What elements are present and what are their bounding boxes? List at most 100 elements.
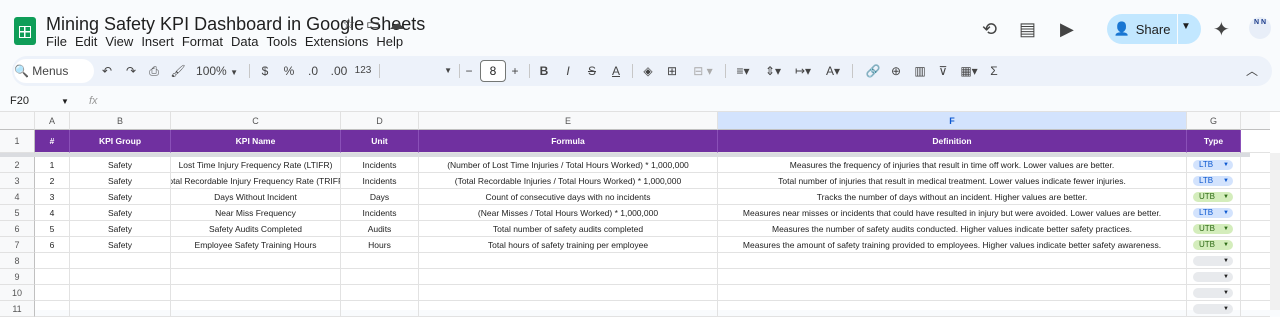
- header-cell-kpi-name[interactable]: KPI Name: [171, 130, 341, 153]
- cell-type[interactable]: ▼: [1187, 269, 1241, 285]
- name-box[interactable]: F20 ▼: [10, 95, 69, 107]
- text-wrapping-icon[interactable]: ↦▾: [790, 56, 816, 86]
- cell-kpi-name[interactable]: [171, 253, 341, 269]
- cell-number[interactable]: [35, 301, 70, 317]
- cell-number[interactable]: [35, 285, 70, 301]
- cell-formula[interactable]: (Total Recordable Injuries / Total Hours…: [419, 173, 718, 189]
- cell-formula[interactable]: Count of consecutive days with no incide…: [419, 189, 718, 205]
- cell-empty[interactable]: [1241, 237, 1270, 253]
- decrease-decimal-button[interactable]: .0: [304, 56, 322, 86]
- cell-kpi-group[interactable]: Safety: [70, 237, 171, 253]
- increase-font-size-button[interactable]: +: [509, 56, 521, 86]
- cell-kpi-name[interactable]: Near Miss Frequency: [171, 205, 341, 221]
- sheets-logo-icon[interactable]: [14, 17, 36, 45]
- menu-insert[interactable]: Insert: [137, 34, 178, 50]
- cell-empty[interactable]: [1241, 253, 1270, 269]
- row-header[interactable]: 2: [0, 157, 35, 173]
- type-dropdown-chip[interactable]: UTB ▼: [1193, 240, 1233, 250]
- cell-empty[interactable]: [1241, 205, 1270, 221]
- filter-views-icon[interactable]: ▦▾: [956, 56, 982, 86]
- share-button[interactable]: 👤 Share ▼: [1107, 14, 1201, 44]
- type-dropdown-chip[interactable]: UTB ▼: [1193, 224, 1233, 234]
- cell-definition[interactable]: Total number of injuries that result in …: [718, 173, 1187, 189]
- header-cell-formula[interactable]: Formula: [419, 130, 718, 153]
- row-header[interactable]: 7: [0, 237, 35, 253]
- header-cell-definition[interactable]: Definition: [718, 130, 1187, 153]
- cell-kpi-group[interactable]: Safety: [70, 173, 171, 189]
- row-header[interactable]: 3: [0, 173, 35, 189]
- cell-empty[interactable]: [1241, 173, 1270, 189]
- undo-icon[interactable]: ↶: [99, 56, 115, 86]
- menu-data[interactable]: Data: [227, 34, 262, 50]
- row-header[interactable]: 6: [0, 221, 35, 237]
- cell-number[interactable]: 1: [35, 157, 70, 173]
- row-header[interactable]: 4: [0, 189, 35, 205]
- cell-type[interactable]: LTB ▼: [1187, 205, 1241, 221]
- cell-unit[interactable]: [341, 285, 419, 301]
- cell-kpi-name[interactable]: [171, 269, 341, 285]
- menu-format[interactable]: Format: [178, 34, 227, 50]
- cell-definition[interactable]: [718, 285, 1187, 301]
- spreadsheet-grid[interactable]: A B C D E F G 1 # KPI Group KPI Name Unit For…: [0, 112, 1280, 317]
- row-header[interactable]: 10: [0, 285, 35, 301]
- cell-empty[interactable]: [1241, 301, 1270, 317]
- paint-format-icon[interactable]: 🖌: [170, 56, 186, 86]
- menu-tools[interactable]: Tools: [262, 34, 300, 50]
- meet-video-icon[interactable]: ▶: [1060, 19, 1074, 40]
- percent-format-button[interactable]: %: [282, 56, 296, 86]
- cell-kpi-group[interactable]: [70, 253, 171, 269]
- insert-link-icon[interactable]: 🔗: [865, 56, 881, 86]
- cell-formula[interactable]: [419, 285, 718, 301]
- cell-kpi-group[interactable]: Safety: [70, 189, 171, 205]
- cell-number[interactable]: 2: [35, 173, 70, 189]
- increase-decimal-button[interactable]: .00: [328, 56, 350, 86]
- column-header-f[interactable]: F: [718, 112, 1187, 130]
- zoom-select[interactable]: 100% ▼: [194, 56, 240, 86]
- cell-empty[interactable]: [1241, 157, 1270, 173]
- cell-definition[interactable]: Tracks the number of days without an inc…: [718, 189, 1187, 205]
- cell-formula[interactable]: Total hours of safety training per emplo…: [419, 237, 718, 253]
- cell-definition[interactable]: Measures the frequency of injuries that …: [718, 157, 1187, 173]
- search-menus-button[interactable]: 🔍 Menus: [14, 59, 94, 83]
- gemini-sparkle-icon[interactable]: ✦: [1213, 17, 1230, 42]
- strikethrough-icon[interactable]: S: [585, 56, 599, 86]
- font-family-select[interactable]: ▼: [392, 56, 452, 86]
- cell-type[interactable]: LTB ▼: [1187, 173, 1241, 189]
- type-dropdown-chip[interactable]: ▼: [1193, 304, 1233, 314]
- text-color-icon[interactable]: A: [609, 56, 623, 86]
- cell-empty[interactable]: [1241, 269, 1270, 285]
- cell-kpi-name[interactable]: Employee Safety Training Hours: [171, 237, 341, 253]
- menu-file[interactable]: File: [46, 34, 71, 50]
- decrease-font-size-button[interactable]: −: [463, 56, 475, 86]
- cell-type[interactable]: ▼: [1187, 285, 1241, 301]
- type-dropdown-chip[interactable]: ▼: [1193, 256, 1233, 266]
- font-size-input[interactable]: 8: [480, 60, 506, 82]
- column-header-a[interactable]: A: [35, 112, 70, 130]
- cell-kpi-group[interactable]: Safety: [70, 205, 171, 221]
- select-all-corner[interactable]: [0, 112, 35, 130]
- frozen-row-divider[interactable]: [0, 153, 1250, 157]
- row-header[interactable]: 11: [0, 301, 35, 317]
- italic-icon[interactable]: I: [561, 56, 575, 86]
- cell-type[interactable]: UTB ▼: [1187, 189, 1241, 205]
- column-header-g[interactable]: G: [1187, 112, 1241, 130]
- share-dropdown-icon[interactable]: ▼: [1181, 21, 1191, 32]
- menu-edit[interactable]: Edit: [71, 34, 101, 50]
- redo-icon[interactable]: ↷: [123, 56, 139, 86]
- more-formats-button[interactable]: 123: [353, 56, 373, 86]
- borders-icon[interactable]: ⊞: [664, 56, 680, 86]
- print-icon[interactable]: ⎙: [146, 56, 162, 86]
- cell-number[interactable]: [35, 269, 70, 285]
- cell-unit[interactable]: Audits: [341, 221, 419, 237]
- row-header[interactable]: 1: [0, 130, 35, 153]
- cell-type[interactable]: UTB ▼: [1187, 237, 1241, 253]
- cell-type[interactable]: ▼: [1187, 253, 1241, 269]
- menu-help[interactable]: Help: [372, 34, 407, 50]
- header-cell-kpi-group[interactable]: KPI Group: [70, 130, 171, 153]
- column-header-h[interactable]: [1241, 112, 1270, 130]
- text-rotation-icon[interactable]: A▾: [820, 56, 846, 86]
- cell-kpi-name[interactable]: [171, 285, 341, 301]
- cell-definition[interactable]: [718, 301, 1187, 317]
- type-dropdown-chip[interactable]: LTB ▼: [1193, 160, 1233, 170]
- cell-definition[interactable]: Measures the amount of safety training p…: [718, 237, 1187, 253]
